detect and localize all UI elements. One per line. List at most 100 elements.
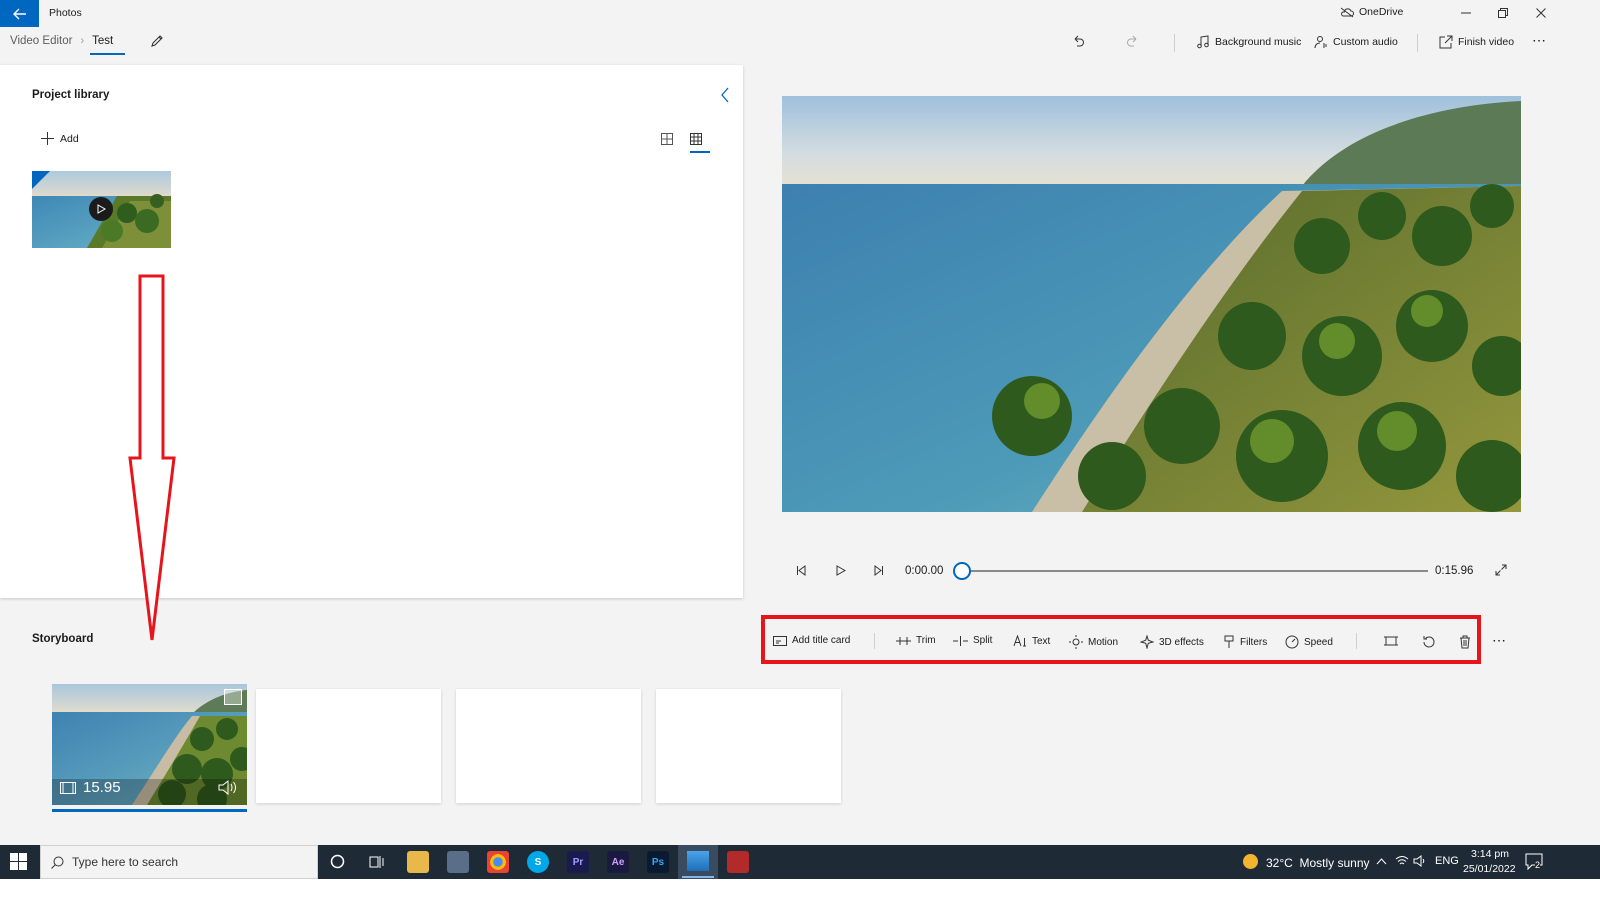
weather-sun-icon[interactable] (1243, 854, 1258, 869)
notification-count: 2 (1535, 860, 1541, 870)
library-video-thumbnail[interactable] (32, 171, 171, 248)
volume-icon[interactable] (218, 780, 238, 795)
background-music-button[interactable]: Background music (1196, 35, 1301, 49)
speed-button[interactable]: Speed (1285, 635, 1333, 649)
storyboard-more-button[interactable]: ⋯ (1492, 632, 1507, 649)
finish-video-button[interactable]: Finish video (1439, 35, 1514, 49)
notification-icon (1525, 853, 1543, 870)
video-preview[interactable] (782, 96, 1521, 512)
notifications-button[interactable]: 2 (1525, 853, 1543, 870)
file-explorer-icon[interactable] (407, 851, 429, 873)
person-audio-icon (1314, 36, 1327, 49)
seek-thumb[interactable] (953, 562, 971, 580)
storyboard-clip[interactable] (52, 684, 247, 805)
restore-button[interactable] (1492, 3, 1514, 23)
search-icon (51, 856, 64, 869)
clock-time[interactable]: 3:14 pm (1471, 848, 1509, 860)
clip-selected-indicator (52, 809, 247, 812)
custom-audio-button[interactable]: Custom audio (1314, 35, 1398, 49)
large-grid-view-button[interactable] (661, 133, 673, 145)
task-view-button[interactable] (369, 854, 385, 869)
previous-frame-button[interactable] (796, 565, 807, 576)
delete-button[interactable] (1459, 635, 1471, 649)
task-view-icon (369, 856, 384, 868)
photoshop-icon[interactable]: Ps (647, 851, 669, 873)
skype-icon[interactable]: S (527, 851, 549, 873)
paint-app-icon[interactable] (447, 851, 469, 873)
split-button[interactable]: Split (953, 635, 992, 646)
after-effects-icon[interactable]: Ae (607, 851, 629, 873)
filters-button[interactable]: Filters (1223, 635, 1267, 649)
motion-button[interactable]: Motion (1069, 635, 1118, 649)
text-label: Text (1032, 635, 1051, 647)
step-back-icon (797, 565, 806, 576)
photos-taskbar-item[interactable] (678, 845, 718, 879)
fullscreen-button[interactable] (1495, 564, 1507, 576)
play-overlay-button[interactable] (89, 197, 113, 221)
back-arrow-icon (12, 8, 26, 19)
screen-bottom-margin (0, 879, 1600, 909)
cortana-circle-icon (330, 854, 345, 869)
project-name[interactable]: Test (90, 35, 126, 55)
empty-storyboard-slot[interactable] (656, 689, 841, 803)
start-button[interactable] (10, 853, 27, 870)
split-label: Split (973, 635, 993, 646)
more-options-button[interactable]: ⋯ (1532, 32, 1547, 49)
weather-text[interactable]: 32°C Mostly sunny (1266, 856, 1370, 870)
winrar-icon[interactable] (727, 851, 749, 873)
close-button[interactable] (1530, 3, 1552, 23)
language-indicator[interactable]: ENG (1435, 855, 1459, 867)
text-icon (1013, 635, 1026, 647)
clock-date[interactable]: 25/01/2022 (1463, 863, 1516, 875)
background-music-label: Background music (1215, 36, 1302, 48)
text-button[interactable]: Text (1013, 635, 1050, 647)
rename-button[interactable] (150, 34, 164, 48)
title-card-icon (773, 635, 787, 646)
windows-taskbar: Type here to search S Pr Ae Ps 32°C Most… (0, 845, 1600, 879)
toolbar-divider (874, 633, 875, 649)
onedrive-status[interactable]: OneDrive (1340, 6, 1403, 18)
play-icon (836, 565, 846, 576)
breadcrumb-video-editor[interactable]: Video Editor (10, 35, 72, 47)
sparkle-icon (1140, 635, 1154, 649)
wifi-icon[interactable] (1395, 855, 1409, 867)
play-button[interactable] (835, 565, 846, 576)
empty-storyboard-slot[interactable] (456, 689, 641, 803)
undo-button[interactable] (1071, 35, 1085, 49)
redo-button[interactable] (1126, 35, 1140, 49)
clip-select-checkbox[interactable] (224, 689, 242, 705)
add-media-button[interactable]: Add (41, 132, 79, 145)
trim-icon (896, 636, 911, 645)
back-button[interactable] (0, 0, 39, 27)
list-grid-icon (690, 133, 702, 145)
minimize-button[interactable] (1455, 3, 1477, 23)
custom-audio-label: Custom audio (1333, 36, 1398, 48)
next-frame-button[interactable] (873, 565, 884, 576)
resize-icon (1384, 636, 1398, 646)
empty-storyboard-slot[interactable] (256, 689, 441, 803)
motion-label: Motion (1088, 636, 1119, 648)
small-grid-view-button[interactable] (690, 133, 702, 145)
add-title-card-button[interactable]: Add title card (773, 635, 850, 646)
taskbar-search[interactable]: Type here to search (40, 845, 318, 879)
trim-button[interactable]: Trim (896, 635, 936, 646)
chrome-icon[interactable] (487, 851, 509, 873)
cloud-icon (1340, 7, 1354, 17)
cortana-button[interactable] (330, 854, 345, 869)
breadcrumb-separator-icon: › (80, 35, 85, 47)
trim-label: Trim (916, 635, 936, 646)
title-bar: Photos OneDrive (0, 0, 1600, 27)
plus-icon (41, 132, 54, 145)
clip-duration: 15.95 (83, 779, 121, 796)
chevron-up-icon[interactable] (1376, 858, 1387, 865)
add-title-card-label: Add title card (792, 635, 851, 646)
resize-button[interactable] (1384, 635, 1398, 647)
restore-icon (1498, 8, 1508, 18)
premiere-pro-icon[interactable]: Pr (567, 851, 589, 873)
speaker-icon[interactable] (1413, 855, 1427, 867)
seek-bar[interactable] (953, 562, 1428, 580)
redo-icon (1127, 35, 1137, 47)
collapse-library-button[interactable] (720, 87, 730, 103)
rotate-button[interactable] (1422, 635, 1436, 649)
3d-effects-button[interactable]: 3D effects (1140, 635, 1204, 649)
